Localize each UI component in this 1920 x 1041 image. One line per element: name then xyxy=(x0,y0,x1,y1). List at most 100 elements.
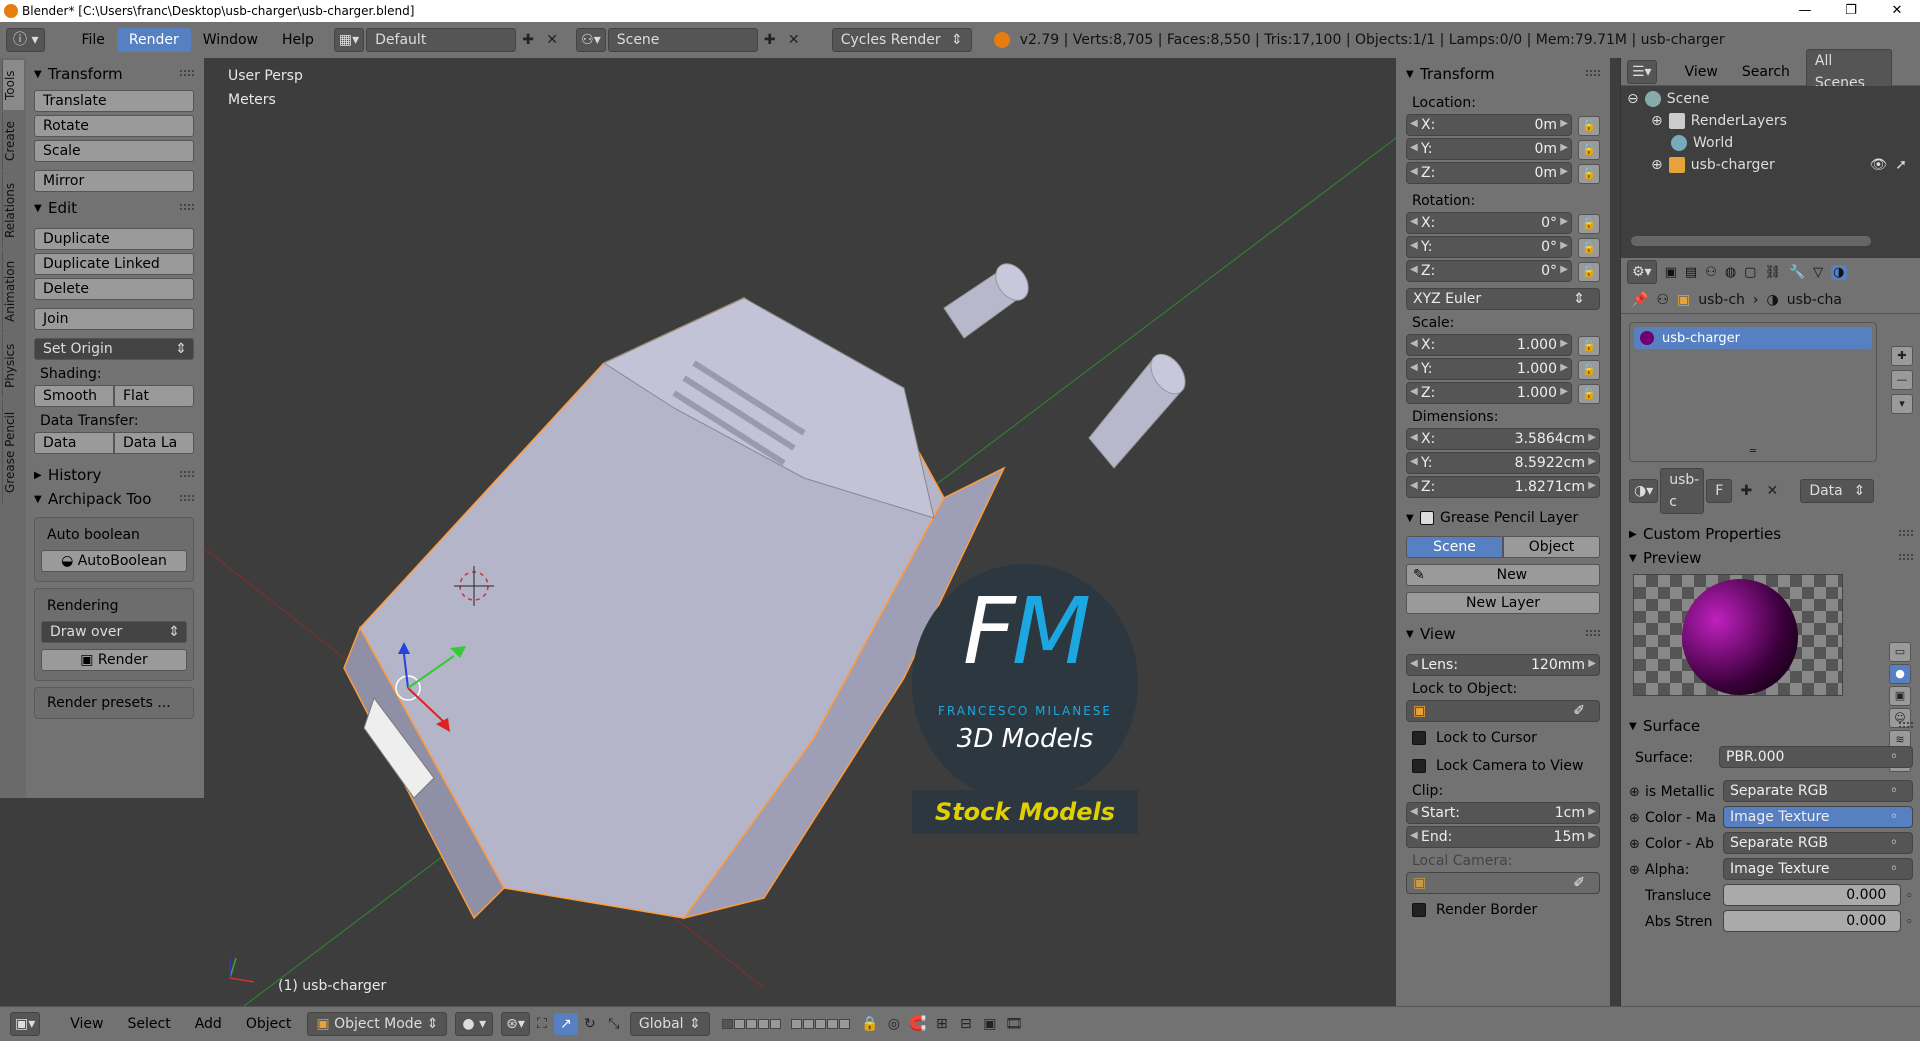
outliner-editor-type-icon[interactable]: ☰▾ xyxy=(1627,59,1657,84)
new-layer-button[interactable]: New Layer xyxy=(1406,592,1600,614)
tab-create[interactable]: Create xyxy=(2,112,24,170)
remove-slot-icon[interactable]: — xyxy=(1891,370,1913,390)
join-button[interactable]: Join xyxy=(34,308,194,330)
opengl-render-icon[interactable]: ▣ xyxy=(978,1013,1002,1035)
rotation-mode-dropdown[interactable]: XYZ Euler ⇕ xyxy=(1406,288,1600,310)
remove-layout-icon[interactable]: ✕ xyxy=(540,29,564,51)
delete-button[interactable]: Delete xyxy=(34,278,194,300)
gp-object-tab[interactable]: Object xyxy=(1503,536,1600,558)
gp-new-button[interactable]: ✎ New xyxy=(1406,564,1600,586)
lock-camera-checkbox[interactable] xyxy=(1412,759,1426,773)
lock-icon[interactable]: 🔓 xyxy=(1578,140,1600,160)
rotate-manipulator-icon[interactable]: ↻ xyxy=(578,1013,602,1035)
add-layout-icon[interactable]: ✚ xyxy=(516,29,540,51)
properties-editor-type-icon[interactable]: ⚙▾ xyxy=(1627,260,1657,284)
drag-grip-icon[interactable] xyxy=(180,204,194,210)
modifiers-tab-icon[interactable]: 🔧 xyxy=(1789,265,1805,280)
lock-camera-row[interactable]: Lock Camera to View xyxy=(1406,752,1600,780)
node-socket-icon[interactable]: ◦ xyxy=(1905,915,1913,930)
visibility-eye-icon[interactable]: 👁 xyxy=(1869,154,1887,176)
layer-button[interactable] xyxy=(838,1019,850,1029)
browse-material-icon[interactable]: ◑▾ xyxy=(1629,479,1659,503)
snap-element-icon[interactable]: ⊞ xyxy=(930,1013,954,1035)
menu-select[interactable]: Select xyxy=(116,1016,183,1032)
expand-plus-icon[interactable]: ⊕ xyxy=(1651,110,1663,132)
render-button[interactable]: ▣ Render xyxy=(41,649,187,671)
archipack-panel-header[interactable]: ▼ Archipack Too xyxy=(34,487,194,511)
menu-render[interactable]: Render xyxy=(116,28,191,52)
abs-strength-slider[interactable]: 0.000 xyxy=(1723,910,1902,932)
scale-z-field[interactable]: ◀ Z: 1.000 ▶ xyxy=(1406,382,1572,404)
dimension-x-field[interactable]: ◀ X: 3.5864cm ▶ xyxy=(1406,428,1600,450)
drag-grip-icon[interactable] xyxy=(1899,554,1913,560)
material-name-field[interactable]: usb-c xyxy=(1660,468,1705,514)
3d-viewport[interactable]: User Persp Meters (1) usb-charger FM FRA… xyxy=(204,58,1396,1006)
lock-icon[interactable]: 🔓 xyxy=(1578,336,1600,356)
layer-button[interactable] xyxy=(745,1019,757,1029)
snap-target-icon[interactable]: ⊟ xyxy=(954,1013,978,1035)
maximize-button[interactable]: ❐ xyxy=(1828,0,1874,22)
edit-panel-header[interactable]: ▼ Edit xyxy=(34,196,194,220)
transform-props-header[interactable]: ▼ Transform xyxy=(1406,62,1600,86)
list-resize-grip-icon[interactable]: ═ xyxy=(1750,446,1756,457)
expand-input-icon[interactable]: ⊕ xyxy=(1629,811,1643,826)
fake-user-toggle[interactable]: F xyxy=(1706,479,1733,503)
draw-over-dropdown[interactable]: Draw over ⇕ xyxy=(41,621,187,643)
lock-icon[interactable]: 🔓 xyxy=(1578,214,1600,234)
drag-grip-icon[interactable] xyxy=(180,495,194,501)
add-slot-icon[interactable]: ✚ xyxy=(1891,346,1913,366)
expand-input-icon[interactable]: ⊕ xyxy=(1629,863,1643,878)
layer-button[interactable] xyxy=(814,1019,826,1029)
node-socket-icon[interactable]: ◦ xyxy=(1905,889,1913,904)
remove-scene-icon[interactable]: ✕ xyxy=(782,29,806,51)
scene-name-field[interactable]: Scene xyxy=(607,28,758,52)
selectable-arrow-icon[interactable]: ➚ xyxy=(1895,154,1907,176)
dimension-y-field[interactable]: ◀ Y: 8.5922cm ▶ xyxy=(1406,452,1600,474)
snap-icon[interactable]: 🧲 xyxy=(906,1013,930,1035)
render-border-row[interactable]: Render Border xyxy=(1406,896,1600,924)
layout-selector-icon[interactable]: ▦▾ xyxy=(333,28,365,52)
drag-grip-icon[interactable] xyxy=(1586,630,1600,636)
opengl-animation-icon[interactable]: 🎞 xyxy=(1002,1013,1026,1035)
scale-y-field[interactable]: ◀ Y: 1.000 ▶ xyxy=(1406,358,1572,380)
layer-button[interactable] xyxy=(790,1019,802,1029)
outliner-view-menu[interactable]: View xyxy=(1685,64,1718,80)
rotation-y-field[interactable]: ◀ Y: 0° ▶ xyxy=(1406,236,1572,258)
data-layout-transfer-button[interactable]: Data La xyxy=(114,432,194,454)
render-tab-icon[interactable]: ▣ xyxy=(1665,265,1677,280)
clip-end-field[interactable]: ◀ End: 15m ▶ xyxy=(1406,826,1600,848)
proportional-edit-icon[interactable]: ◎ xyxy=(882,1013,906,1035)
scene-selector-icon[interactable]: ⚇▾ xyxy=(576,28,606,52)
menu-window[interactable]: Window xyxy=(191,28,270,52)
outliner[interactable]: ⊖ Scene ⊕ RenderLayers World ⊕ usb-charger 👁… xyxy=(1621,86,1920,258)
location-x-field[interactable]: ◀ X: 0m ▶ xyxy=(1406,114,1572,136)
viewport-shading-dropdown[interactable]: ● ▾ xyxy=(455,1012,494,1036)
outliner-item-scene[interactable]: ⊖ Scene xyxy=(1627,88,1709,110)
lock-icon[interactable]: 🔓 xyxy=(1578,360,1600,380)
constraints-tab-icon[interactable]: ⛓ xyxy=(1764,265,1781,280)
rotation-x-field[interactable]: ◀ X: 0° ▶ xyxy=(1406,212,1572,234)
tab-physics[interactable]: Physics xyxy=(2,334,24,398)
grease-pencil-checkbox[interactable] xyxy=(1420,511,1434,525)
preview-flat-icon[interactable]: ▭ xyxy=(1889,642,1911,662)
lock-to-cursor-row[interactable]: Lock to Cursor xyxy=(1406,724,1600,752)
lock-layers-icon[interactable]: 🔒 xyxy=(858,1013,882,1035)
layer-button[interactable] xyxy=(721,1019,733,1029)
outliner-scrollbar[interactable] xyxy=(1631,236,1871,246)
duplicate-linked-button[interactable]: Duplicate Linked xyxy=(34,253,194,275)
translate-manipulator-icon[interactable]: ↗ xyxy=(553,1013,578,1035)
slot-menu-icon[interactable]: ▾ xyxy=(1891,394,1913,414)
drag-grip-icon[interactable] xyxy=(1899,530,1913,536)
material-slot-item[interactable]: usb-charger xyxy=(1634,327,1872,349)
location-z-field[interactable]: ◀ Z: 0m ▶ xyxy=(1406,162,1572,184)
lock-object-field[interactable]: ▣ ✐ xyxy=(1406,700,1600,722)
layer-button[interactable] xyxy=(826,1019,838,1029)
custom-properties-header[interactable]: ▶ Custom Properties xyxy=(1629,522,1913,546)
preview-sphere-icon[interactable]: ● xyxy=(1889,664,1911,684)
scale-button[interactable]: Scale xyxy=(34,140,194,162)
layer-button[interactable] xyxy=(733,1019,745,1029)
expand-input-icon[interactable]: ⊕ xyxy=(1629,785,1643,800)
input-link-field[interactable]: Separate RGB ◦ xyxy=(1723,780,1913,802)
rotation-z-field[interactable]: ◀ Z: 0° ▶ xyxy=(1406,260,1572,282)
tab-tools[interactable]: Tools xyxy=(2,60,24,110)
